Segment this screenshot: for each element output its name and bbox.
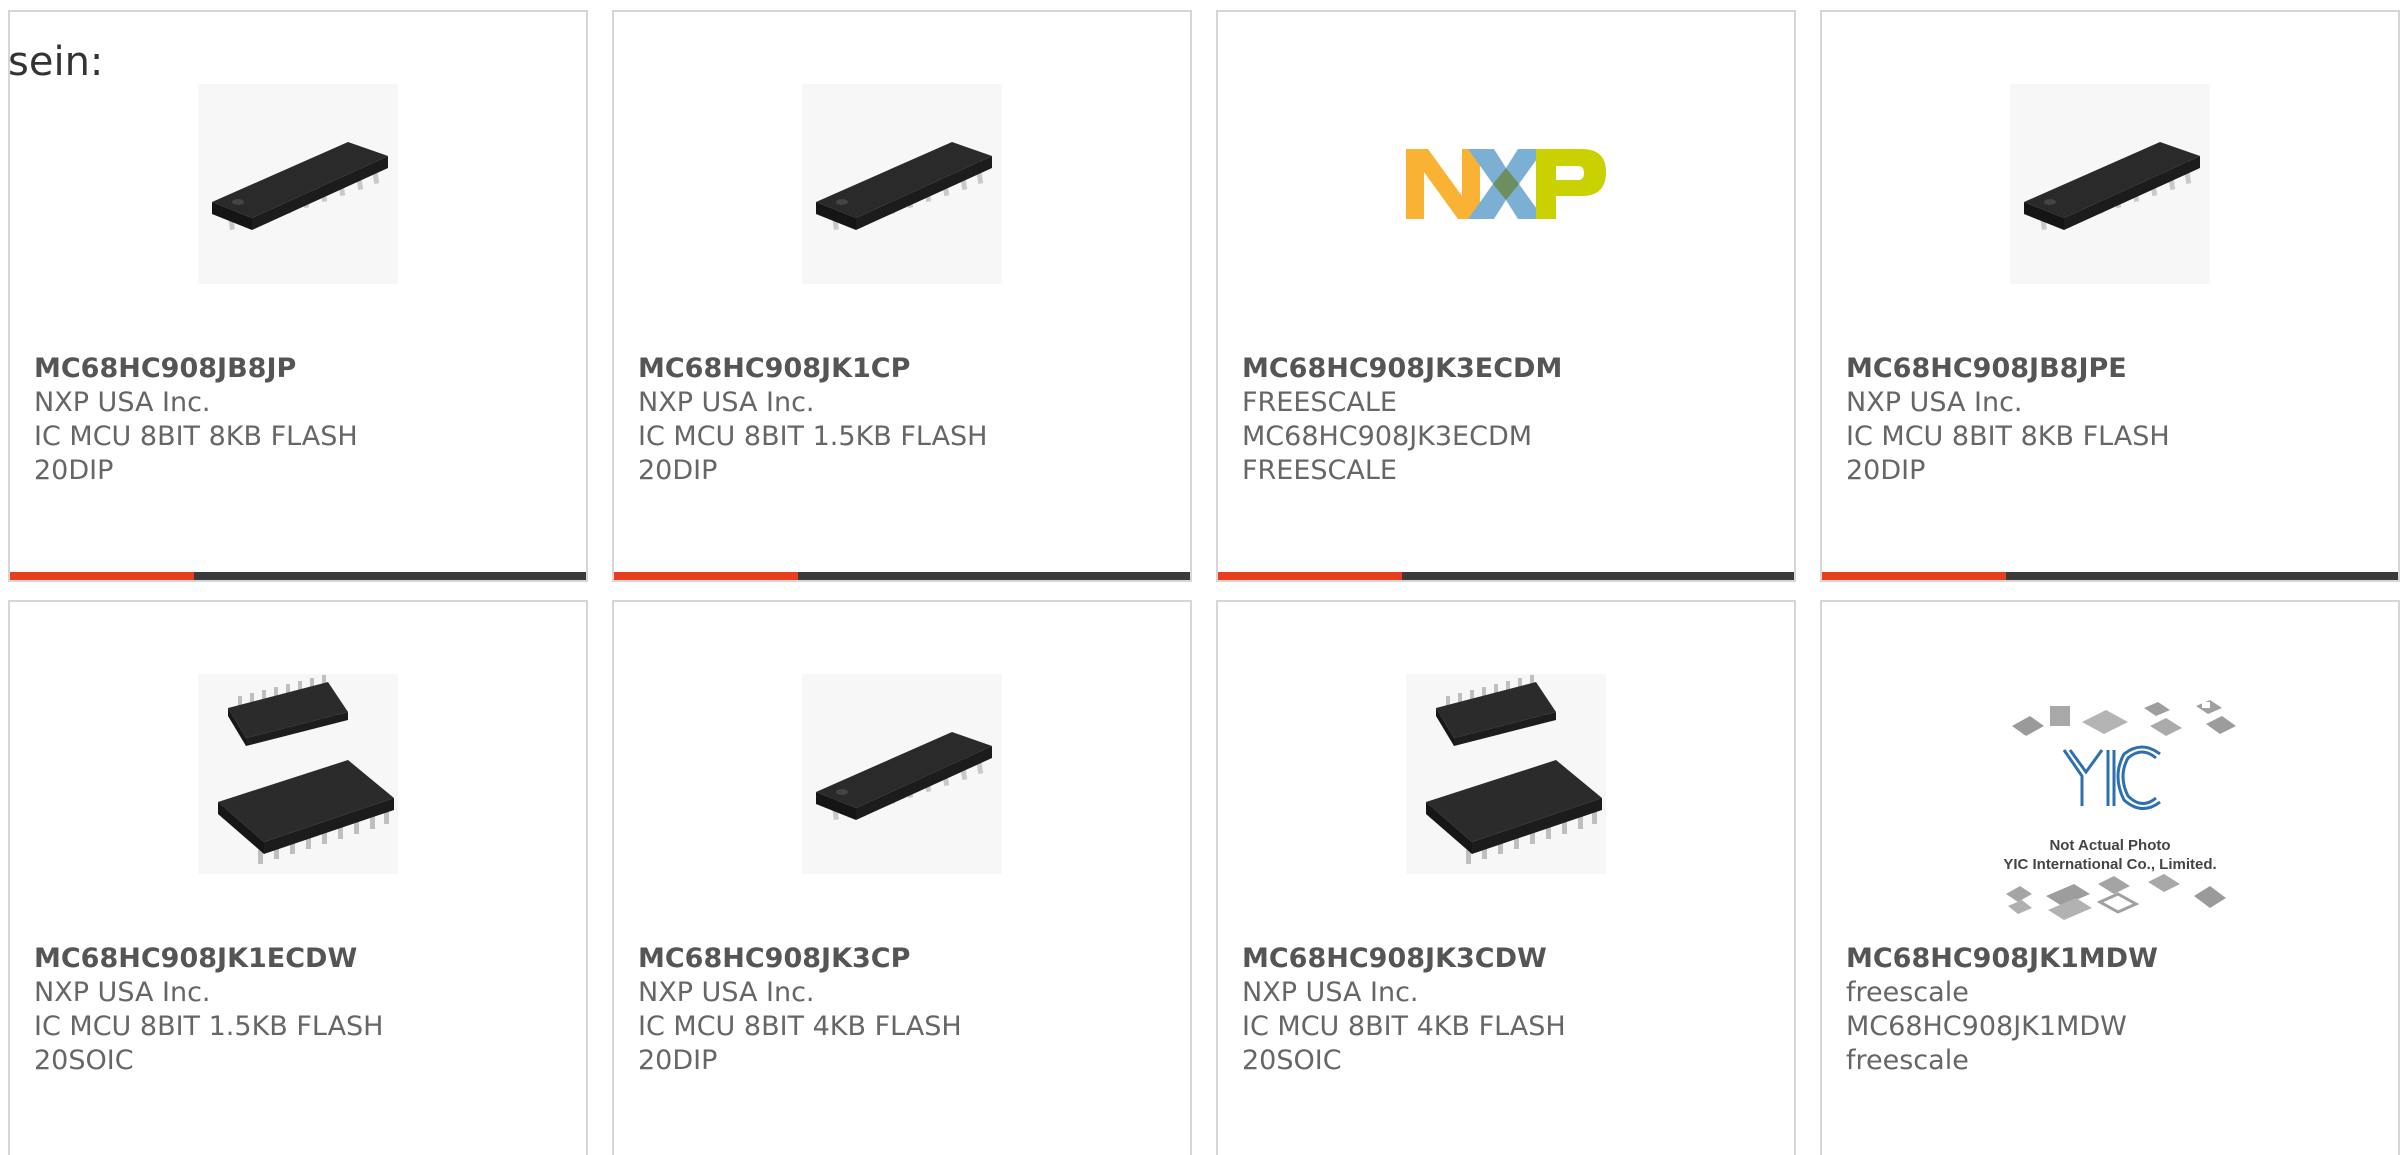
part-number[interactable]: MC68HC908JK1CP <box>638 352 1166 386</box>
product-info: MC68HC908JK3ECDM FREESCALE MC68HC908JK3E… <box>1242 352 1770 488</box>
card-bar-accent <box>614 572 799 580</box>
manufacturer: NXP USA Inc. <box>1846 387 2023 418</box>
manufacturer: NXP USA Inc. <box>34 387 211 418</box>
product-info: MC68HC908JK3CDW NXP USA Inc. IC MCU 8BIT… <box>1242 942 1770 1078</box>
description: MC68HC908JK3ECDM FREESCALE <box>1242 421 1533 486</box>
part-number[interactable]: MC68HC908JK3CP <box>638 942 1166 976</box>
part-number[interactable]: MC68HC908JK1MDW <box>1846 942 2374 976</box>
product-card[interactable]: MC68HC908JK1ECDW NXP USA Inc. IC MCU 8BI… <box>8 600 588 1155</box>
product-card[interactable]: MC68HC908JK3CP NXP USA Inc. IC MCU 8BIT … <box>612 600 1192 1155</box>
manufacturer: NXP USA Inc. <box>1242 977 1419 1008</box>
card-bar-accent <box>1218 572 1403 580</box>
description: IC MCU 8BIT 8KB FLASH 20DIP <box>34 421 358 486</box>
product-card[interactable]: MC68HC908JK1CP NXP USA Inc. IC MCU 8BIT … <box>612 10 1192 582</box>
card-bar-accent <box>10 572 195 580</box>
description: IC MCU 8BIT 4KB FLASH 20DIP <box>638 1011 962 1076</box>
description: IC MCU 8BIT 1.5KB FLASH 20SOIC <box>34 1011 384 1076</box>
part-number[interactable]: MC68HC908JB8JPE <box>1846 352 2374 386</box>
part-number[interactable]: MC68HC908JK1ECDW <box>34 942 562 976</box>
dip-chip-icon[interactable] <box>802 674 1002 874</box>
card-bar <box>1218 572 1794 580</box>
manufacturer: freescale <box>1846 977 1969 1008</box>
manufacturer: NXP USA Inc. <box>638 387 815 418</box>
part-number[interactable]: MC68HC908JB8JP <box>34 352 562 386</box>
product-info: MC68HC908JB8JPE NXP USA Inc. IC MCU 8BIT… <box>1846 352 2374 488</box>
product-grid: MC68HC908JB8JP NXP USA Inc. IC MCU 8BIT … <box>0 0 2400 1155</box>
placeholder-caption: Not Actual Photo YIC International Co., … <box>1982 836 2238 874</box>
nxp-logo[interactable] <box>1406 84 1606 284</box>
placeholder-line-1: Not Actual Photo <box>2049 837 2171 854</box>
product-card[interactable]: Not Actual Photo YIC International Co., … <box>1820 600 2400 1155</box>
product-card[interactable]: MC68HC908JB8JP NXP USA Inc. IC MCU 8BIT … <box>8 10 588 582</box>
product-card[interactable]: MC68HC908JK3ECDM FREESCALE MC68HC908JK3E… <box>1216 10 1796 582</box>
product-info: MC68HC908JK3CP NXP USA Inc. IC MCU 8BIT … <box>638 942 1166 1078</box>
product-info: MC68HC908JB8JP NXP USA Inc. IC MCU 8BIT … <box>34 352 562 488</box>
soic-chip-icon[interactable] <box>1406 674 1606 874</box>
product-card[interactable]: MC68HC908JB8JPE NXP USA Inc. IC MCU 8BIT… <box>1820 10 2400 582</box>
part-number[interactable]: MC68HC908JK3ECDM <box>1242 352 1770 386</box>
dip-chip-icon[interactable] <box>2010 84 2210 284</box>
product-info: MC68HC908JK1MDW freescale MC68HC908JK1MD… <box>1846 942 2374 1078</box>
description: IC MCU 8BIT 8KB FLASH 20DIP <box>1846 421 2170 486</box>
intro-text: sein: <box>8 39 104 85</box>
description: MC68HC908JK1MDW freescale <box>1846 1011 2127 1076</box>
card-bar <box>614 572 1190 580</box>
product-card[interactable]: MC68HC908JK3CDW NXP USA Inc. IC MCU 8BIT… <box>1216 600 1796 1155</box>
card-bar-accent <box>1822 572 2007 580</box>
manufacturer: NXP USA Inc. <box>34 977 211 1008</box>
part-number[interactable]: MC68HC908JK3CDW <box>1242 942 1770 976</box>
description: IC MCU 8BIT 4KB FLASH 20SOIC <box>1242 1011 1566 1076</box>
manufacturer: NXP USA Inc. <box>638 977 815 1008</box>
card-bar <box>10 572 586 580</box>
product-info: MC68HC908JK1ECDW NXP USA Inc. IC MCU 8BI… <box>34 942 562 1078</box>
manufacturer: FREESCALE <box>1242 387 1397 418</box>
product-info: MC68HC908JK1CP NXP USA Inc. IC MCU 8BIT … <box>638 352 1166 488</box>
dip-chip-icon[interactable] <box>198 84 398 284</box>
not-actual-photo[interactable]: Not Actual Photo YIC International Co., … <box>1982 688 2238 938</box>
description: IC MCU 8BIT 1.5KB FLASH 20DIP <box>638 421 988 486</box>
soic-chip-icon[interactable] <box>198 674 398 874</box>
placeholder-line-2: YIC International Co., Limited. <box>2003 856 2217 873</box>
card-bar <box>1822 572 2398 580</box>
dip-chip-icon[interactable] <box>802 84 1002 284</box>
